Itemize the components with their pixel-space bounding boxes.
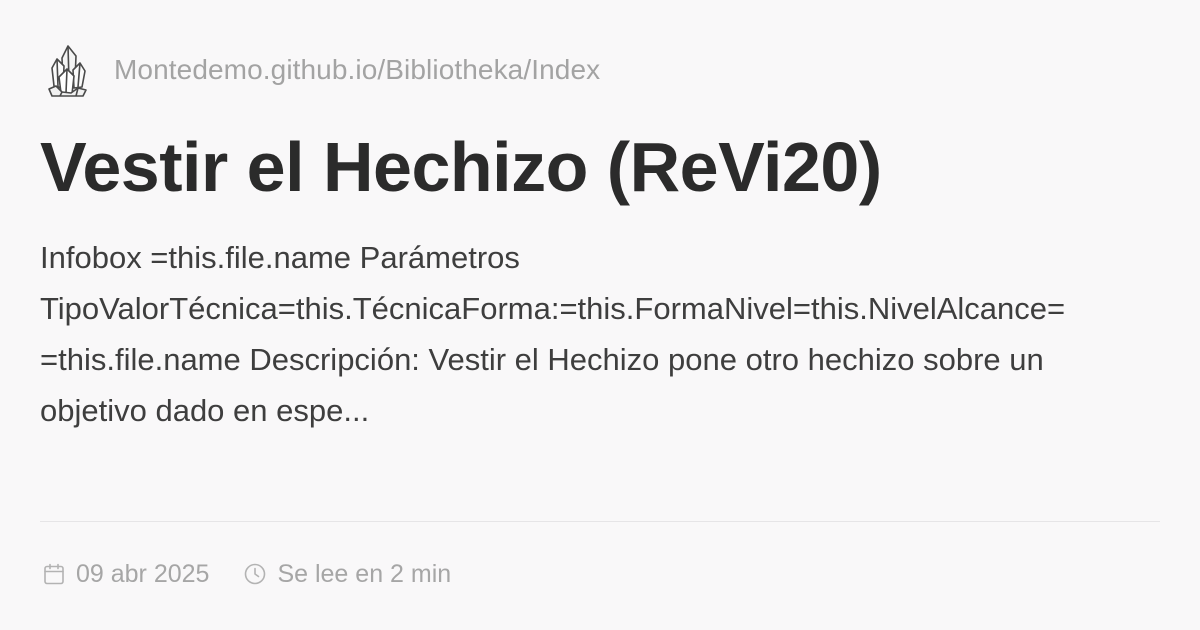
crystal-cluster-icon bbox=[48, 45, 87, 97]
reading-time-text: Se lee en 2 min bbox=[277, 559, 452, 588]
calendar-icon bbox=[44, 563, 64, 585]
page-title: Vestir el Hechizo (ReVi20) bbox=[40, 128, 882, 206]
site-header: Montedemo.github.io/Bibliotheka/Index bbox=[46, 40, 600, 100]
article-meta: 09 abr 2025 Se lee en 2 min bbox=[42, 555, 451, 593]
site-url-link[interactable]: Montedemo.github.io/Bibliotheka/Index bbox=[114, 54, 600, 86]
og-card: Montedemo.github.io/Bibliotheka/Index Ve… bbox=[0, 0, 1200, 630]
article-description: Infobox =this.file.name Parámetros TipoV… bbox=[40, 232, 1200, 436]
description-line: Infobox =this.file.name Parámetros bbox=[40, 240, 520, 275]
publish-date-text: 09 abr 2025 bbox=[76, 559, 210, 588]
description-line: =this.file.name Descripción: Vestir el H… bbox=[40, 342, 1044, 377]
clock-icon bbox=[245, 563, 266, 585]
divider bbox=[40, 521, 1160, 522]
description-line: TipoValorTécnica=this.TécnicaForma:=this… bbox=[40, 291, 1066, 326]
reading-time: Se lee en 2 min bbox=[243, 560, 451, 589]
publish-date: 09 abr 2025 bbox=[42, 560, 209, 589]
description-line: objetivo dado en espe... bbox=[40, 393, 370, 428]
